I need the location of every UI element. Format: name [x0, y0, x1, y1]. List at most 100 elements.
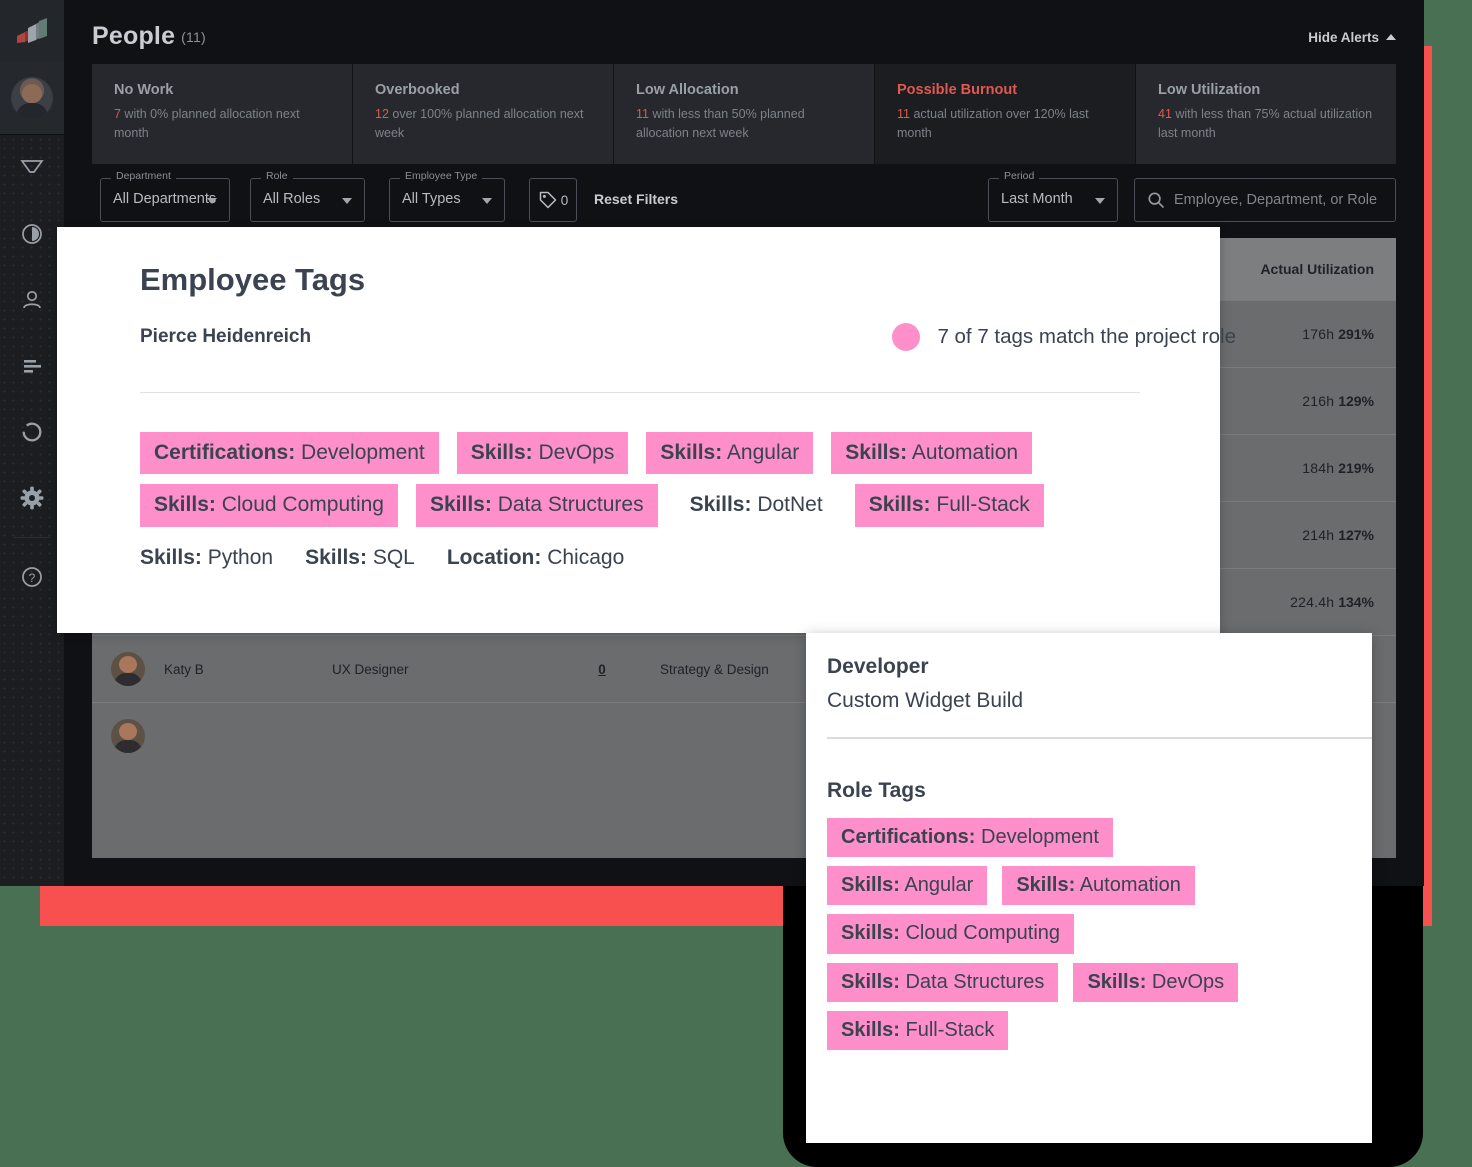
sidebar-divider — [14, 537, 50, 538]
tag-value: Cloud Computing — [221, 493, 384, 517]
tag-chip[interactable]: Certifications: Development — [827, 818, 1113, 858]
role-tag-list: Certifications: Development Skills: Angu… — [827, 818, 1357, 1059]
tag-chip[interactable]: Skills: Data Structures — [827, 962, 1059, 1002]
divider — [140, 392, 1140, 393]
cell-name: Katy B — [164, 661, 204, 677]
tag-key: Skills: — [1016, 874, 1076, 897]
tag-chip[interactable]: Skills: DevOps — [1073, 962, 1239, 1002]
hide-alerts-button[interactable]: Hide Alerts — [1308, 30, 1396, 45]
role-value: All Roles — [263, 191, 321, 207]
tag-value: Development — [981, 826, 1099, 848]
alert-card-low-utilization[interactable]: Low Utilization 41 with less than 75% ac… — [1135, 64, 1396, 164]
tag-row: Skills: Angular Skills: Automation — [827, 866, 1357, 906]
alert-card-overbooked[interactable]: Overbooked 12 over 100% planned allocati… — [352, 64, 613, 164]
period-value: Last Month — [1001, 191, 1073, 207]
tag-key: Skills: — [841, 874, 900, 897]
sidebar-item-projects[interactable] — [0, 333, 64, 399]
sidebar-item-help[interactable]: ? — [0, 544, 64, 610]
util-percent: 129% — [1338, 393, 1374, 409]
alert-body: 12 over 100% planned allocation next wee… — [375, 105, 591, 144]
divider — [827, 737, 1372, 739]
cell-utilization: 184h 219% — [1206, 460, 1396, 476]
tag-chip[interactable]: Skills: SQL — [305, 537, 415, 579]
tag-chip[interactable]: Skills: Automation — [831, 432, 1033, 475]
employee-name: Pierce Heidenreich — [140, 326, 312, 347]
chevron-down-icon — [342, 198, 352, 204]
alert-title: Overbooked — [375, 82, 460, 98]
sidebar-item-settings[interactable] — [0, 465, 64, 531]
alert-title: Low Utilization — [1158, 82, 1261, 98]
cell-utilization: 224.4h 134% — [1206, 594, 1396, 610]
tag-chip[interactable]: Skills: Angular — [827, 866, 988, 906]
tag-value: DevOps — [538, 441, 615, 464]
chevron-down-icon — [1095, 198, 1105, 204]
alert-text: with less than 50% planned allocation ne… — [636, 107, 805, 141]
employee-type-select[interactable]: Employee Type All Types — [389, 171, 505, 222]
tag-chip[interactable]: Skills: Angular — [646, 432, 814, 475]
alert-title: No Work — [114, 82, 174, 98]
cell-utilization: 216h 129% — [1206, 393, 1396, 409]
cell-count[interactable]: 0 — [562, 662, 642, 677]
role-label: Role — [261, 171, 293, 182]
avatar — [111, 719, 145, 753]
column-header-actual-utilization[interactable]: Actual Utilization — [1206, 261, 1396, 277]
alert-text: actual utilization over 120% last month — [897, 107, 1089, 141]
role-tags-dialog: Developer Custom Widget Build Role Tags … — [806, 633, 1372, 1143]
tag-match-text: 7 of 7 tags match the project role — [937, 325, 1236, 348]
avatar — [11, 77, 53, 119]
tag-chip[interactable]: Skills: Cloud Computing — [140, 484, 398, 527]
tag-row: Skills: Full-Stack — [827, 1010, 1357, 1050]
alert-body: 11 actual utilization over 120% last mon… — [897, 105, 1113, 144]
logo-icon — [17, 18, 47, 43]
sidebar-item-people[interactable] — [0, 267, 64, 333]
tag-key: Skills: — [470, 441, 533, 464]
alert-body: 11 with less than 50% planned allocation… — [636, 105, 852, 144]
util-percent: 291% — [1338, 326, 1374, 342]
tag-chip[interactable]: Skills: Full-Stack — [827, 1010, 1009, 1050]
tag-chip[interactable]: Skills: Cloud Computing — [827, 914, 1075, 954]
search-input[interactable]: Employee, Department, or Role — [1134, 178, 1396, 222]
sidebar-item-profile[interactable] — [0, 62, 64, 135]
sidebar-item-schedule[interactable] — [0, 201, 64, 267]
page-title: People (11) — [92, 22, 206, 51]
period-label: Period — [999, 171, 1040, 182]
sidebar: ? — [0, 0, 64, 886]
alert-count: 41 — [1158, 107, 1172, 121]
tag-key: Skills: — [841, 1018, 900, 1041]
page-count: (11) — [181, 29, 206, 45]
alert-card-possible-burnout[interactable]: Possible Burnout 11 actual utilization o… — [874, 64, 1135, 164]
period-select[interactable]: Period Last Month — [988, 171, 1118, 222]
sidebar-item-reports[interactable] — [0, 399, 64, 465]
tag-value: Chicago — [547, 545, 625, 569]
reset-filters-button[interactable]: Reset Filters — [594, 191, 678, 207]
tag-chip[interactable]: Skills: Automation — [1002, 866, 1195, 906]
alert-card-no-work[interactable]: No Work 7 with 0% planned allocation nex… — [92, 64, 352, 164]
tag-chip[interactable]: Skills: DevOps — [456, 432, 629, 475]
tag-chip[interactable]: Skills: Full-Stack — [854, 484, 1044, 527]
sidebar-item-pipeline[interactable] — [0, 135, 64, 201]
app-logo[interactable] — [0, 0, 64, 62]
tag-chip[interactable]: Skills: Python — [140, 537, 273, 579]
tag-value: Full-Stack — [936, 493, 1030, 517]
tag-chip[interactable]: Skills: Data Structures — [415, 484, 658, 527]
avatar — [111, 652, 145, 686]
util-hours: 224.4h — [1290, 594, 1335, 610]
tag-key: Certifications: — [154, 441, 296, 464]
department-select[interactable]: Department All Departments — [100, 171, 230, 222]
role-select[interactable]: Role All Roles — [250, 171, 365, 222]
employee-type-label: Employee Type — [400, 171, 483, 182]
tag-key: Skills: — [1087, 970, 1147, 993]
tag-filter-button[interactable]: 0 — [529, 178, 577, 222]
tag-chip[interactable]: Skills: DotNet — [676, 484, 837, 526]
match-dot-icon — [892, 323, 921, 351]
tag-chip[interactable]: Certifications: Development — [140, 432, 439, 475]
alert-card-low-allocation[interactable]: Low Allocation 11 with less than 50% pla… — [613, 64, 874, 164]
tag-row: Skills: Cloud Computing — [827, 914, 1357, 954]
tag-value: DevOps — [1151, 970, 1225, 993]
donut-icon — [22, 422, 42, 442]
tag-chip[interactable]: Location: Chicago — [447, 537, 624, 579]
tag-value: Angular — [904, 874, 974, 897]
cell-role: UX Designer — [332, 661, 409, 677]
alert-text: over 100% planned allocation next week — [375, 107, 584, 141]
util-hours: 184h — [1302, 460, 1335, 476]
